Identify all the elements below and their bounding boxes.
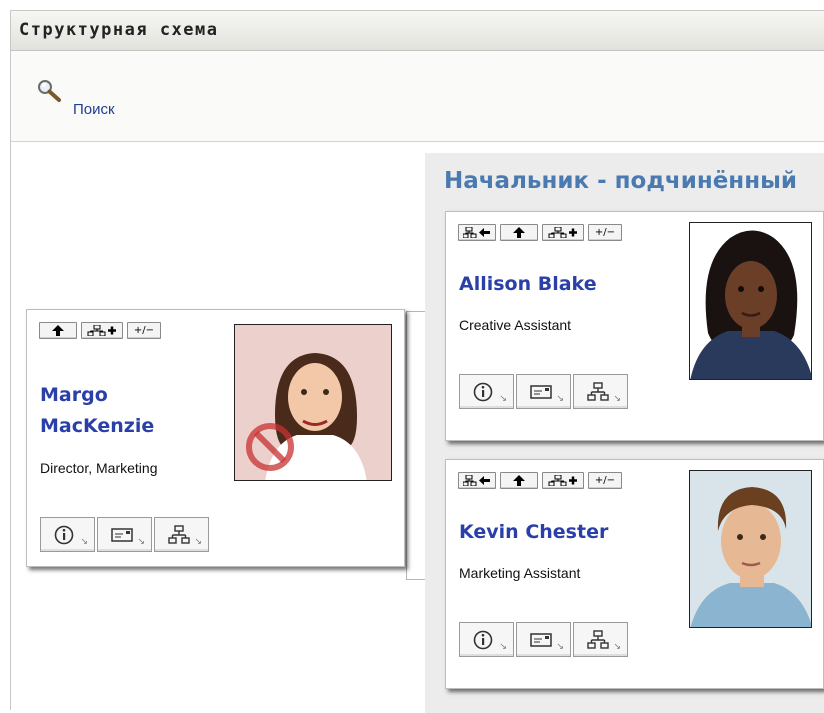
person-job-title: Director, Marketing bbox=[40, 460, 158, 476]
up-level-button[interactable] bbox=[39, 322, 77, 339]
card-actions: ↘ ↘ ↘ bbox=[459, 622, 630, 657]
up-arrow-icon bbox=[513, 475, 525, 486]
info-icon bbox=[54, 525, 74, 545]
person-job-title: Creative Assistant bbox=[459, 317, 572, 333]
info-icon bbox=[473, 630, 493, 650]
person-photo bbox=[689, 470, 812, 628]
person-name-first[interactable]: Margo bbox=[40, 380, 154, 411]
up-arrow-icon bbox=[513, 227, 525, 238]
person-name[interactable]: Margo MacKenzie bbox=[40, 380, 154, 442]
up-level-button[interactable] bbox=[500, 224, 538, 241]
report-card: +/− Kevin Chester Marketing Assistant ↘ … bbox=[445, 459, 824, 689]
card-toolbar: +/− bbox=[458, 472, 622, 489]
person-photo bbox=[689, 222, 812, 380]
manager-card: +/− Margo MacKenzie Director, Marketing bbox=[26, 309, 405, 567]
email-button[interactable]: ↘ bbox=[97, 517, 152, 552]
org-chart-icon bbox=[587, 630, 609, 649]
window-title: Структурная схема bbox=[19, 20, 219, 40]
org-chart-icon bbox=[587, 382, 609, 401]
add-org-chart-button[interactable] bbox=[81, 322, 123, 339]
email-icon bbox=[111, 528, 133, 542]
org-chart-button[interactable]: ↘ bbox=[573, 622, 628, 657]
org-chart-icon bbox=[168, 525, 190, 544]
add-org-chart-icon bbox=[548, 227, 577, 238]
window-titlebar: Структурная схема bbox=[11, 11, 824, 51]
go-to-manager-button[interactable] bbox=[458, 472, 496, 489]
connector-line bbox=[406, 579, 426, 580]
card-toolbar: +/− bbox=[458, 224, 622, 241]
person-name[interactable]: Kevin Chester bbox=[459, 517, 608, 548]
info-icon bbox=[473, 382, 493, 402]
search-bar: Поиск bbox=[11, 51, 824, 142]
email-button[interactable]: ↘ bbox=[516, 374, 571, 409]
expand-collapse-button[interactable]: +/− bbox=[588, 472, 622, 489]
add-org-chart-button[interactable] bbox=[542, 472, 584, 489]
org-chart-window: Структурная схема Поиск +/− Margo MacKen… bbox=[10, 10, 824, 713]
go-to-manager-icon bbox=[463, 227, 490, 238]
info-button[interactable]: ↘ bbox=[459, 622, 514, 657]
add-org-chart-button[interactable] bbox=[542, 224, 584, 241]
email-button[interactable]: ↘ bbox=[516, 622, 571, 657]
person-photo bbox=[234, 324, 392, 481]
expand-collapse-button[interactable]: +/− bbox=[588, 224, 622, 241]
person-job-title: Marketing Assistant bbox=[459, 565, 581, 581]
add-org-chart-icon bbox=[548, 475, 577, 486]
search-link[interactable]: Поиск bbox=[73, 101, 115, 118]
go-to-manager-icon bbox=[463, 475, 490, 486]
add-org-chart-icon bbox=[87, 325, 116, 336]
direct-reports-panel: Начальник - подчинённый +/− Allison Blak… bbox=[425, 153, 824, 713]
connector-line bbox=[406, 311, 426, 312]
search-icon[interactable] bbox=[37, 79, 63, 105]
info-button[interactable]: ↘ bbox=[459, 374, 514, 409]
person-name[interactable]: Allison Blake bbox=[459, 269, 597, 300]
card-toolbar: +/− bbox=[39, 322, 161, 339]
report-card: +/− Allison Blake Creative Assistant ↘ ↘… bbox=[445, 211, 824, 441]
card-actions: ↘ ↘ ↘ bbox=[459, 374, 630, 409]
email-icon bbox=[530, 633, 552, 647]
panel-title: Начальник - подчинённый bbox=[444, 168, 798, 194]
person-name-last[interactable]: MacKenzie bbox=[40, 411, 154, 442]
up-level-button[interactable] bbox=[500, 472, 538, 489]
go-to-manager-button[interactable] bbox=[458, 224, 496, 241]
org-chart-button[interactable]: ↘ bbox=[154, 517, 209, 552]
expand-collapse-button[interactable]: +/− bbox=[127, 322, 161, 339]
org-chart-area: +/− Margo MacKenzie Director, Marketing bbox=[11, 143, 824, 713]
up-arrow-icon bbox=[52, 325, 64, 336]
info-button[interactable]: ↘ bbox=[40, 517, 95, 552]
email-icon bbox=[530, 385, 552, 399]
connector-line bbox=[406, 311, 407, 579]
card-actions: ↘ ↘ ↘ bbox=[40, 517, 211, 552]
org-chart-button[interactable]: ↘ bbox=[573, 374, 628, 409]
